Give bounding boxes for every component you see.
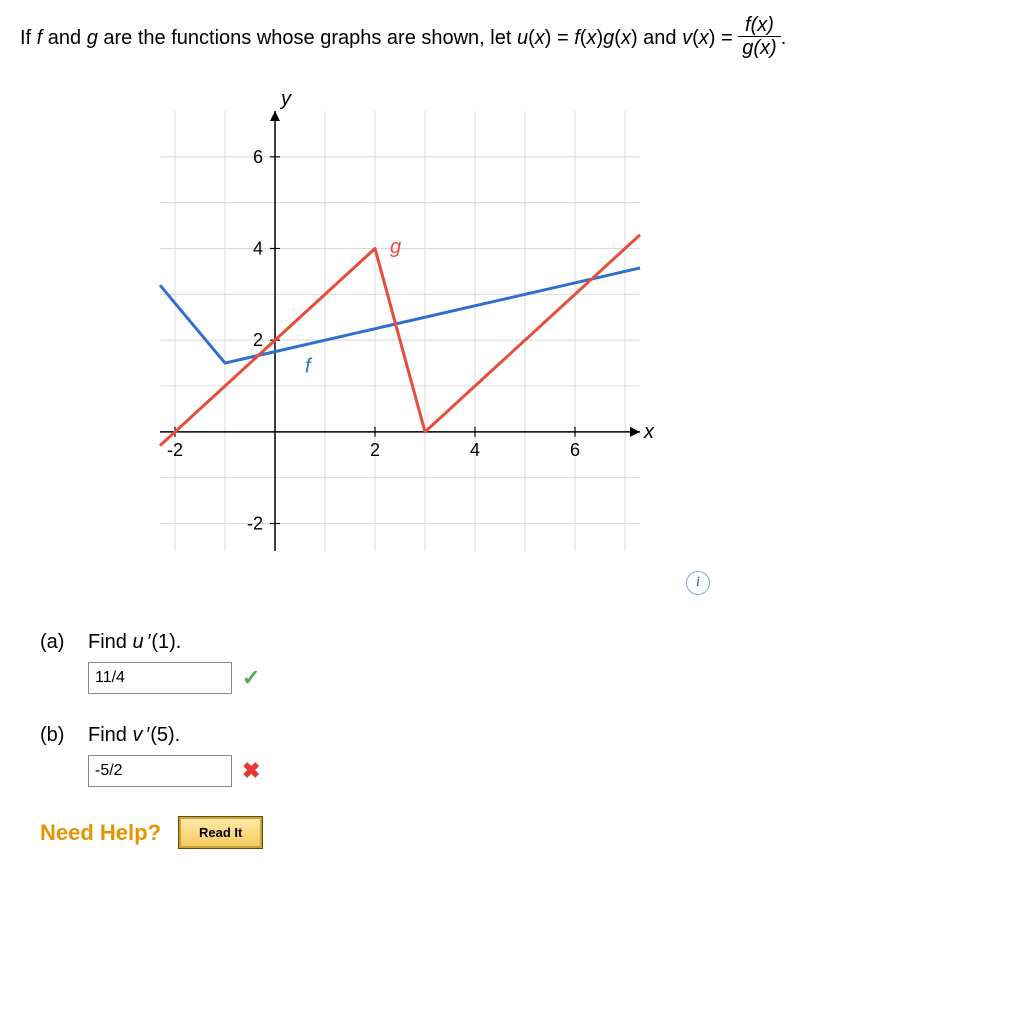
frac-den-x: x (760, 37, 770, 59)
info-icon[interactable]: i (686, 571, 710, 595)
stmt-p5: ) (631, 27, 638, 49)
qa-label-a: (a) (40, 631, 70, 654)
svg-text:-2: -2 (167, 440, 183, 460)
svg-text:4: 4 (253, 239, 263, 259)
stmt-p4: ( (614, 27, 621, 49)
svg-text:-2: -2 (247, 514, 263, 534)
stmt-g: g (87, 27, 98, 49)
svg-text:y: y (279, 88, 292, 110)
svg-text:g: g (390, 236, 401, 258)
qb-b-fn: v (132, 724, 142, 746)
stmt-x3: x (621, 27, 631, 49)
stmt-mid2: and (638, 27, 682, 49)
problem-statement: If f and g are the functions whose graph… (20, 16, 1000, 61)
cross-icon: ✖ (242, 758, 260, 784)
stmt-eq1: ) = (545, 27, 574, 49)
need-help-row: Need Help? Read It (40, 817, 1000, 848)
frac-num-f: f (745, 14, 751, 36)
qb-b-post: (5). (150, 724, 180, 746)
qa-label-b: (b) (40, 724, 70, 747)
stmt-v: v (682, 27, 692, 49)
svg-text:2: 2 (253, 330, 263, 350)
graph-container: -2246642-2yxfg i (120, 81, 680, 601)
stmt-mid1: are the functions whose graphs are shown… (98, 27, 517, 49)
qa-a-pre: Find (88, 631, 132, 653)
svg-text:x: x (643, 421, 655, 443)
qb-b-pre: Find (88, 724, 132, 746)
stmt-p1: ( (528, 27, 535, 49)
stmt-eq2: ) = (709, 27, 738, 49)
stmt-text: If (20, 27, 37, 49)
svg-text:2: 2 (370, 440, 380, 460)
stmt-period: . (781, 27, 787, 49)
svg-text:f: f (305, 355, 313, 377)
stmt-x4: x (699, 27, 709, 49)
need-help-label: Need Help? (40, 820, 161, 846)
qa-prompt-a: Find u ′(1). (88, 631, 181, 654)
stmt-x2: x (586, 27, 596, 49)
check-icon: ✓ (242, 665, 260, 691)
graph-svg: -2 2 4 6 6 4 2 -2 y x f g (120, 81, 680, 601)
svg-text:6: 6 (253, 147, 263, 167)
answer-input-a[interactable] (88, 662, 232, 694)
svg-text:6: 6 (570, 440, 580, 460)
question-a: (a) Find u ′(1). ✓ (40, 631, 1000, 694)
stmt-gx: g (603, 27, 614, 49)
stmt-and: and (42, 27, 86, 49)
stmt-p6: ( (692, 27, 699, 49)
frac-num-x: x (757, 14, 767, 36)
stmt-u: u (517, 27, 528, 49)
read-it-button[interactable]: Read It (179, 817, 262, 848)
question-b: (b) Find v ′(5). ✖ (40, 724, 1000, 787)
qa-a-fn: u (132, 631, 143, 653)
qa-prompt-b: Find v ′(5). (88, 724, 180, 747)
qa-a-post: (1). (151, 631, 181, 653)
frac-den-g: g (742, 37, 753, 59)
svg-text:4: 4 (470, 440, 480, 460)
stmt-fraction: f(x) g(x) (738, 14, 780, 59)
stmt-x1: x (535, 27, 545, 49)
answer-input-b[interactable] (88, 755, 232, 787)
